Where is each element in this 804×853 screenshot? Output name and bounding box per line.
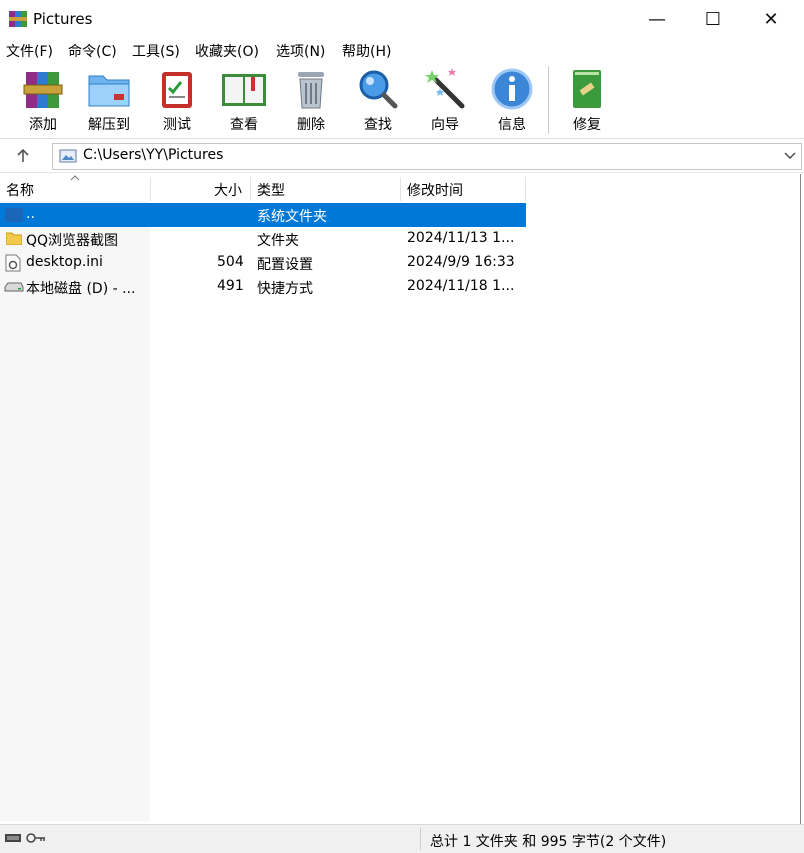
settings-file-icon <box>5 254 21 272</box>
checklist-icon <box>162 72 192 108</box>
file-size: 504 <box>217 254 244 270</box>
folder-picture-icon <box>59 149 77 163</box>
minimize-icon: — <box>648 8 666 30</box>
file-name: QQ浏览器截图 <box>26 233 119 249</box>
info-label: 信息 <box>498 117 526 133</box>
delete-label: 删除 <box>297 117 325 133</box>
test-button[interactable]: 测试 <box>145 66 209 134</box>
file-type: 配置设置 <box>257 257 313 273</box>
arrow-up-icon <box>17 149 29 162</box>
repair-book-icon <box>573 70 601 108</box>
folder-extract-icon <box>88 75 130 107</box>
sort-ascending-icon <box>70 175 80 181</box>
close-icon: ✕ <box>763 8 779 30</box>
column-header-name[interactable]: 名称 <box>6 180 34 200</box>
file-modified: 2024/11/13 1... <box>407 230 515 246</box>
view-button[interactable]: 查看 <box>212 66 276 134</box>
extract-to-label: 解压到 <box>88 117 130 133</box>
trash-icon <box>298 72 324 109</box>
test-label: 测试 <box>163 117 191 133</box>
find-button[interactable]: 查找 <box>346 66 410 134</box>
wizard-button[interactable]: 向导 <box>413 66 477 134</box>
open-book-icon <box>222 74 266 106</box>
file-modified: 2024/11/18 1... <box>407 278 515 294</box>
status-bar: 总计 1 文件夹 和 995 字节(2 个文件) <box>0 824 804 853</box>
menu-tools[interactable]: 工具(S) <box>132 41 180 61</box>
key-icon <box>26 833 45 843</box>
info-icon <box>491 68 533 110</box>
folder-icon <box>6 232 22 245</box>
column-divider[interactable] <box>400 177 401 201</box>
toolbar: 添加 解压到 测试 查看 删除 查找 向导 信息 修复 <box>0 62 804 139</box>
path-text: C:\Users\YY\Pictures <box>83 147 224 163</box>
column-header-size[interactable]: 大小 <box>214 180 242 200</box>
magic-wand-icon <box>425 68 465 109</box>
magnifier-icon <box>359 70 398 109</box>
menu-file[interactable]: 文件(F) <box>6 41 53 61</box>
file-name: 本地磁盘 (D) - ... <box>26 281 136 297</box>
file-type: 文件夹 <box>257 233 299 249</box>
add-button[interactable]: 添加 <box>11 66 75 134</box>
find-label: 查找 <box>364 117 392 133</box>
minimize-button[interactable]: — <box>628 0 686 38</box>
repair-button[interactable]: 修复 <box>555 66 619 134</box>
repair-label: 修复 <box>573 117 601 133</box>
menu-options[interactable]: 选项(N) <box>276 41 325 61</box>
column-divider[interactable] <box>250 177 251 201</box>
toolbar-separator <box>548 66 549 134</box>
chevron-down-icon[interactable] <box>783 148 797 162</box>
menu-favorites[interactable]: 收藏夹(O) <box>195 41 259 61</box>
drive-status-icon <box>5 834 21 842</box>
view-label: 查看 <box>230 117 258 133</box>
window-right-border <box>800 174 801 824</box>
file-row[interactable]: desktop.ini 504 配置设置 2024/9/9 16:33 <box>0 251 526 275</box>
file-type: 快捷方式 <box>257 281 313 297</box>
info-button[interactable]: 信息 <box>480 66 544 134</box>
column-divider[interactable] <box>525 177 526 201</box>
maximize-icon: ☐ <box>704 8 722 30</box>
title-bar: Pictures — ☐ ✕ <box>0 0 804 38</box>
file-name: desktop.ini <box>26 254 103 270</box>
archive-books-icon <box>23 72 63 108</box>
winrar-app-icon <box>9 11 27 27</box>
add-label: 添加 <box>29 117 57 133</box>
maximize-button[interactable]: ☐ <box>684 0 742 38</box>
file-row[interactable]: 本地磁盘 (D) - ... 491 快捷方式 2024/11/18 1... <box>0 275 526 299</box>
file-size: 491 <box>217 278 244 294</box>
file-type: 系统文件夹 <box>257 209 327 225</box>
file-modified: 2024/9/9 16:33 <box>407 254 515 270</box>
column-header-type[interactable]: 类型 <box>257 180 285 200</box>
menu-help[interactable]: 帮助(H) <box>342 41 391 61</box>
file-row-parent[interactable]: .. 系统文件夹 <box>0 203 526 227</box>
file-name: .. <box>26 206 35 222</box>
status-separator <box>420 828 421 850</box>
parent-folder-icon <box>5 208 23 222</box>
close-button[interactable]: ✕ <box>742 0 800 38</box>
path-combobox[interactable]: C:\Users\YY\Pictures <box>52 143 802 170</box>
status-text: 总计 1 文件夹 和 995 字节(2 个文件) <box>430 834 667 850</box>
column-header-modified[interactable]: 修改时间 <box>407 180 463 200</box>
up-folder-button[interactable] <box>8 145 38 167</box>
column-divider[interactable] <box>150 177 151 201</box>
file-row[interactable]: QQ浏览器截图 文件夹 2024/11/13 1... <box>0 227 526 251</box>
window-title: Pictures <box>33 10 93 28</box>
menu-bar: 文件(F) 命令(C) 工具(S) 收藏夹(O) 选项(N) 帮助(H) <box>0 38 804 62</box>
extract-to-button[interactable]: 解压到 <box>77 66 141 134</box>
address-bar: C:\Users\YY\Pictures <box>0 140 804 173</box>
drive-shortcut-icon <box>4 282 24 292</box>
delete-button[interactable]: 删除 <box>279 66 343 134</box>
menu-command[interactable]: 命令(C) <box>68 41 117 61</box>
column-headers: 名称 大小 类型 修改时间 <box>0 175 526 201</box>
wizard-label: 向导 <box>431 117 459 133</box>
